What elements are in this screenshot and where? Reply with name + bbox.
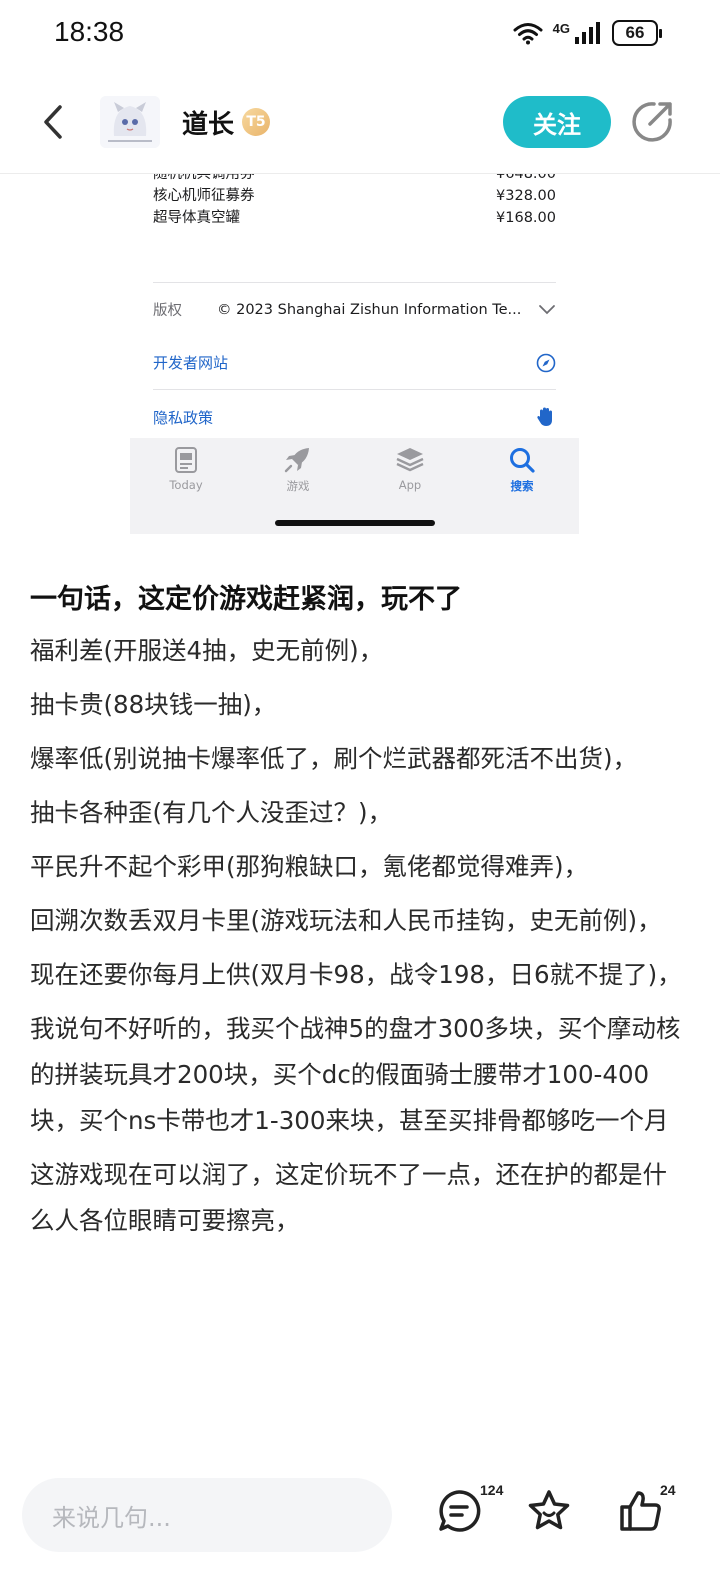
today-icon bbox=[175, 447, 197, 473]
share-button[interactable] bbox=[632, 100, 674, 142]
status-bar: 18:38 4G 66 bbox=[0, 0, 720, 70]
chevron-left-icon bbox=[44, 105, 62, 139]
tab-search: 搜索 bbox=[482, 446, 562, 494]
comment-input[interactable]: 来说几句... bbox=[22, 1478, 392, 1552]
tab-today: Today bbox=[146, 446, 226, 492]
battery-indicator: 66 bbox=[612, 20, 662, 46]
tab-label: 游戏 bbox=[286, 479, 310, 493]
iap-price: ¥648.00 bbox=[496, 174, 556, 182]
follow-button[interactable]: 关注 bbox=[503, 96, 611, 148]
post-paragraph: 平民升不起个彩甲(那狗粮缺口，氪佬都觉得难弄)， bbox=[30, 852, 589, 881]
level-badge: T5 bbox=[242, 108, 270, 136]
tab-apps: App bbox=[370, 446, 450, 492]
app-stack-icon bbox=[396, 448, 424, 472]
post-paragraph: 爆率低(别说抽卡爆率低了，刷个烂武器都死活不出货)， bbox=[30, 744, 638, 773]
post-header: 道长 T5 关注 bbox=[0, 70, 720, 174]
tab-label: 搜索 bbox=[510, 479, 534, 493]
divider bbox=[153, 282, 556, 283]
post-title: 一句话，这定价游戏赶紧润，玩不了 bbox=[30, 584, 462, 615]
status-time: 18:38 bbox=[54, 16, 125, 47]
iap-row: 超导体真空罐 ¥168.00 bbox=[153, 207, 556, 229]
iap-row: 随机机兵调用券 ¥648.00 bbox=[153, 174, 556, 185]
privacy-policy-label: 隐私政策 bbox=[153, 408, 214, 427]
post-paragraph: 我说句不好听的，我买个战神5的盘才300多块，买个摩动核的拼装玩具才200块，买… bbox=[30, 1014, 681, 1135]
signal-icon bbox=[575, 22, 600, 44]
post-body: 一句话，这定价游戏赶紧润，玩不了 福利差(开服送4抽，史无前例)， 抽卡贵(88… bbox=[30, 578, 690, 1252]
compass-icon bbox=[536, 353, 556, 372]
iap-name: 随机机兵调用券 bbox=[153, 174, 255, 182]
thumbs-up-icon bbox=[620, 1491, 661, 1531]
comment-icon bbox=[439, 1490, 481, 1532]
iap-row: 核心机师征募券 ¥328.00 bbox=[153, 185, 556, 207]
comment-count: 124 bbox=[480, 1482, 504, 1498]
like-button[interactable] bbox=[618, 1488, 664, 1534]
bottom-action-bar: 来说几句... 124 24 bbox=[0, 1460, 720, 1593]
post-paragraph: 现在还要你每月上供(双月卡98，战令198，日6就不提了)， bbox=[30, 960, 682, 989]
app-store-tab-bar: Today 游戏 App 搜索 bbox=[130, 438, 579, 534]
post-paragraph: 福利差(开服送4抽，史无前例)， bbox=[30, 636, 384, 665]
tab-label: App bbox=[398, 478, 422, 492]
divider bbox=[153, 389, 556, 390]
iap-price: ¥328.00 bbox=[496, 188, 556, 204]
share-icon bbox=[632, 102, 672, 142]
wifi-icon bbox=[513, 23, 543, 45]
home-indicator bbox=[275, 520, 435, 526]
copyright-value: © 2023 Shanghai Zishun Information Te... bbox=[217, 301, 522, 318]
embedded-screenshot[interactable]: 随机机兵调用券 ¥648.00 核心机师征募券 ¥328.00 超导体真空罐 ¥… bbox=[130, 174, 579, 534]
post-paragraph: 回溯次数丢双月卡里(游戏玩法和人民币挂钩，史无前例)， bbox=[30, 906, 662, 935]
star-icon bbox=[528, 1490, 570, 1530]
developer-site-link: 开发者网站 bbox=[153, 352, 556, 373]
iap-price: ¥168.00 bbox=[496, 210, 556, 226]
iap-price-list: 随机机兵调用券 ¥648.00 核心机师征募券 ¥328.00 超导体真空罐 ¥… bbox=[153, 174, 556, 229]
anime-avatar-image bbox=[100, 96, 160, 148]
iap-name: 超导体真空罐 bbox=[153, 210, 240, 226]
tab-label: Today bbox=[169, 478, 203, 492]
rocket-icon bbox=[284, 448, 309, 473]
iap-name: 核心机师征募券 bbox=[153, 188, 255, 204]
status-icons: 4G 66 bbox=[513, 20, 662, 46]
tab-games: 游戏 bbox=[258, 446, 338, 494]
back-button[interactable] bbox=[34, 100, 74, 144]
avatar[interactable] bbox=[100, 96, 160, 148]
chevron-down-icon bbox=[539, 304, 555, 314]
author-name[interactable]: 道长 bbox=[182, 104, 234, 141]
developer-site-label: 开发者网站 bbox=[153, 354, 229, 372]
comment-placeholder: 来说几句... bbox=[52, 1503, 171, 1532]
post-paragraph: 这游戏现在可以润了，这定价玩不了一点，还在护的都是什么人各位眼睛可要擦亮， bbox=[30, 1160, 667, 1235]
post-paragraph: 抽卡贵(88块钱一抽)， bbox=[30, 690, 277, 719]
privacy-policy-link: 隐私政策 bbox=[153, 406, 556, 428]
hand-icon bbox=[537, 407, 552, 426]
search-icon bbox=[510, 448, 535, 473]
battery-level: 66 bbox=[625, 23, 645, 42]
network-type: 4G bbox=[552, 20, 570, 36]
favorite-button[interactable] bbox=[526, 1488, 572, 1534]
copyright-label: 版权 bbox=[153, 303, 182, 319]
comment-button[interactable] bbox=[436, 1488, 482, 1534]
like-count: 24 bbox=[660, 1482, 676, 1498]
copyright-row: 版权 © 2023 Shanghai Zishun Information Te… bbox=[153, 299, 556, 320]
post-paragraph: 抽卡各种歪(有几个人没歪过？)， bbox=[30, 798, 393, 827]
content-fade bbox=[0, 1380, 720, 1460]
